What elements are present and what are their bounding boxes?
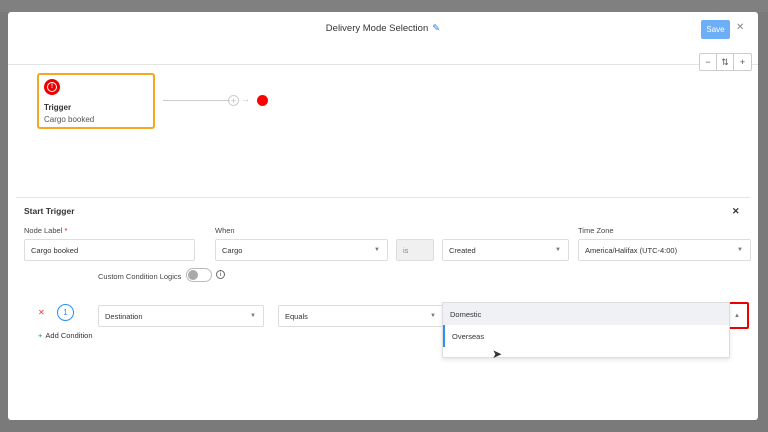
required-marker: * — [64, 226, 68, 235]
zoom-out-button[interactable]: − — [700, 54, 717, 70]
condition-index: 1 — [57, 304, 74, 321]
add-condition-label: Add Condition — [45, 331, 93, 340]
chevron-down-icon: ▼ — [250, 313, 256, 319]
option-overseas[interactable]: Overseas — [443, 325, 729, 347]
zoom-controls: − ⇅ + — [699, 53, 752, 71]
chevron-down-icon: ▼ — [555, 247, 561, 253]
event-select[interactable]: Created ▼ — [442, 239, 569, 261]
save-button[interactable]: Save — [701, 20, 730, 39]
remove-condition-icon[interactable]: ✕ — [38, 308, 45, 317]
condition-value-dropdown: Domestic Overseas — [442, 302, 730, 358]
option-domestic[interactable]: Domestic — [443, 303, 729, 325]
custom-logic-toggle[interactable] — [186, 268, 212, 282]
info-icon[interactable]: i — [216, 270, 225, 279]
workflow-modal: Delivery Mode Selection ✎ Save ✕ − ⇅ + ! … — [8, 12, 758, 420]
add-step-icon[interactable]: + — [228, 95, 239, 106]
timezone-label: Time Zone — [578, 226, 614, 235]
condition-field-select[interactable]: Destination ▼ — [98, 305, 264, 327]
when-label: When — [215, 226, 235, 235]
node-label-label: Node Label — [24, 226, 63, 235]
close-icon[interactable]: ✕ — [736, 22, 744, 33]
connector-line — [163, 100, 230, 101]
zoom-in-button[interactable]: + — [734, 54, 751, 70]
chevron-down-icon: ▼ — [430, 313, 436, 319]
node-subtitle: Cargo booked — [44, 115, 95, 124]
end-node[interactable] — [257, 95, 268, 106]
edit-pencil-icon[interactable]: ✎ — [432, 23, 440, 34]
operator-field: is — [396, 239, 434, 261]
node-title: Trigger — [44, 103, 72, 112]
timezone-select[interactable]: America/Halifax (UTC-4:00) ▼ — [578, 239, 751, 261]
node-label-value: Cargo booked — [31, 245, 79, 255]
condition-operator-value: Equals — [285, 311, 308, 321]
condition-field-value: Destination — [105, 311, 143, 321]
panel-close-icon[interactable]: ✕ — [732, 206, 740, 217]
event-value: Created — [449, 245, 476, 255]
mouse-cursor-icon: ➤ — [492, 347, 503, 361]
chevron-down-icon: ▼ — [374, 247, 380, 253]
background-app-header — [0, 0, 768, 12]
custom-logic-label: Custom Condition Logics — [98, 272, 182, 281]
node-label-input[interactable]: Cargo booked — [24, 239, 195, 261]
modal-title: Delivery Mode Selection — [325, 23, 429, 34]
panel-title: Start Trigger — [24, 206, 75, 216]
when-value: Cargo — [222, 245, 243, 255]
plus-icon: + — [38, 331, 43, 340]
add-condition-button[interactable]: + Add Condition — [38, 331, 93, 340]
when-select[interactable]: Cargo ▼ — [215, 239, 388, 261]
condition-operator-select[interactable]: Equals ▼ — [278, 305, 444, 327]
chevron-down-icon: ▼ — [737, 247, 743, 253]
operator-value: is — [403, 245, 409, 255]
alert-icon: ! — [44, 79, 60, 95]
arrow-icon: → — [241, 94, 250, 104]
trigger-node[interactable]: ! Trigger Cargo booked — [37, 73, 155, 129]
fit-view-button[interactable]: ⇅ — [717, 54, 734, 70]
timezone-value: America/Halifax (UTC-4:00) — [585, 245, 678, 255]
modal-header: Delivery Mode Selection ✎ Save ✕ — [8, 12, 758, 65]
chevron-up-icon: ▲ — [734, 312, 740, 319]
